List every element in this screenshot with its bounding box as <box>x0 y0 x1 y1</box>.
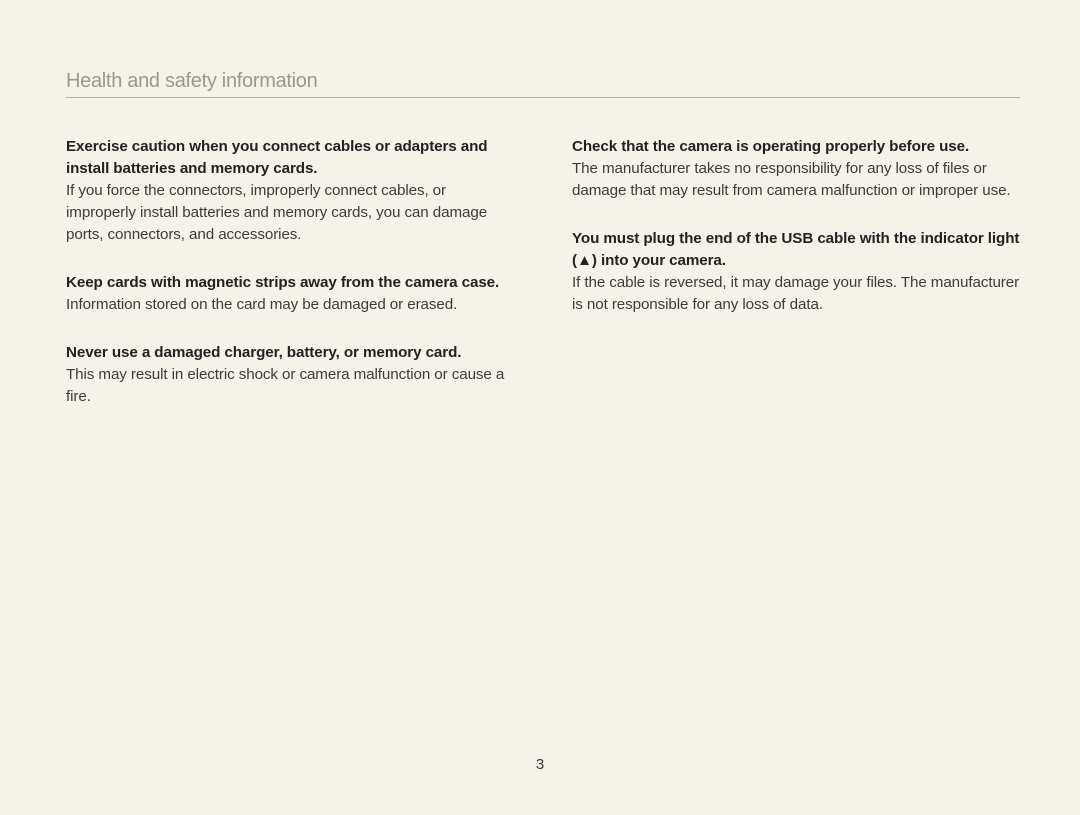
section-heading: You must plug the end of the USB cable w… <box>572 230 1019 269</box>
two-column-layout: Exercise caution when you connect cables… <box>66 136 1020 434</box>
safety-section: Check that the camera is operating prope… <box>572 136 1020 202</box>
left-column: Exercise caution when you connect cables… <box>66 136 514 434</box>
section-body: If you force the connectors, improperly … <box>66 182 487 243</box>
right-column: Check that the camera is operating prope… <box>572 136 1020 434</box>
section-heading: Keep cards with magnetic strips away fro… <box>66 274 499 291</box>
safety-section: You must plug the end of the USB cable w… <box>572 228 1020 316</box>
section-body: The manufacturer takes no responsibility… <box>572 160 1011 199</box>
section-body: This may result in electric shock or cam… <box>66 366 504 405</box>
section-body: Information stored on the card may be da… <box>66 296 457 313</box>
page-number: 3 <box>0 756 1080 773</box>
section-body: If the cable is reversed, it may damage … <box>572 274 1019 313</box>
safety-section: Exercise caution when you connect cables… <box>66 136 514 246</box>
safety-section: Never use a damaged charger, battery, or… <box>66 342 514 408</box>
section-heading: Check that the camera is operating prope… <box>572 138 969 155</box>
section-header: Health and safety information <box>66 70 1020 98</box>
section-heading: Never use a damaged charger, battery, or… <box>66 344 461 361</box>
safety-section: Keep cards with magnetic strips away fro… <box>66 272 514 316</box>
section-heading: Exercise caution when you connect cables… <box>66 138 487 177</box>
manual-page: Health and safety information Exercise c… <box>0 0 1080 815</box>
